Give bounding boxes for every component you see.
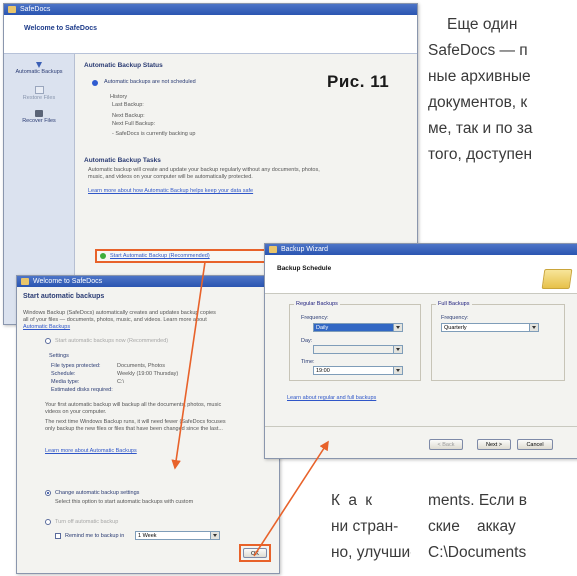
chevron-down-icon xyxy=(393,346,402,353)
remind-label: Remind me to backup in xyxy=(65,533,125,539)
day-select[interactable] xyxy=(313,345,403,354)
chevron-down-icon xyxy=(210,532,219,539)
sidebar-item-recover-files[interactable]: Recover Files xyxy=(6,110,72,132)
history-line: History xyxy=(110,94,128,100)
settings-label: Schedule: xyxy=(51,371,76,377)
start-now-radio[interactable] xyxy=(45,338,51,344)
settings-title: Settings xyxy=(49,353,69,359)
note-text: videos on your computer. xyxy=(45,409,107,415)
frequency-label: Frequency: xyxy=(301,315,329,321)
ok-button[interactable]: OK xyxy=(243,548,267,558)
note-text: only backup the new files or files that … xyxy=(45,426,223,432)
cancel-button[interactable]: Cancel xyxy=(517,439,553,450)
turn-off-label: Turn off automatic backup xyxy=(55,519,119,525)
start-automatic-backup-button[interactable]: Start Automatic Backup (Recommended) xyxy=(95,249,279,263)
folder-icon xyxy=(541,269,573,289)
change-settings-label: Change automatic backup settings xyxy=(55,490,140,496)
time-value: 19:00 xyxy=(316,368,330,374)
time-label: Time: xyxy=(301,359,315,365)
start-backups-window: Welcome to SafeDocs Start automatic back… xyxy=(16,275,280,574)
start-button-label: Start Automatic Backup (Recommended) xyxy=(110,253,210,259)
remind-checkbox[interactable] xyxy=(55,533,61,539)
change-settings-desc: Select this option to start automatic ba… xyxy=(55,499,194,505)
settings-label: Estimated disks required: xyxy=(51,387,113,393)
frequency-value: Daily xyxy=(316,325,329,331)
tasks-learn-more-link[interactable]: Learn more about how Automatic Backup he… xyxy=(88,187,253,195)
history-line: Next Full Backup: xyxy=(112,121,156,127)
history-line: Last Backup: xyxy=(112,102,144,108)
restore-icon xyxy=(34,86,44,94)
tasks-title: Automatic Backup Tasks xyxy=(84,157,161,164)
settings-value: Documents, Photos xyxy=(117,363,165,369)
day-label: Day: xyxy=(301,338,313,344)
sidebar-item-label: Recover Files xyxy=(22,118,56,124)
article-line: ments. Если в xyxy=(428,492,527,509)
full-frequency-select[interactable]: Quarterly xyxy=(441,323,539,332)
article-line: но, улучши- xyxy=(331,544,411,561)
figure-caption: Рис. 11 xyxy=(327,72,390,91)
chevron-down-icon xyxy=(529,324,538,331)
change-settings-radio[interactable] xyxy=(45,490,51,496)
start-now-label: Start automatic backups now (Recommended… xyxy=(55,338,169,344)
backup-wizard-window: Backup Wizard Backup Schedule Regular Ba… xyxy=(264,243,577,459)
app-icon xyxy=(21,278,29,285)
settings-value: C:\ xyxy=(117,379,125,385)
wizard-header: Backup Schedule xyxy=(265,255,577,294)
time-select[interactable]: 19:00 xyxy=(313,366,403,375)
article-line: ни стран- xyxy=(331,518,399,535)
article-line: К а к xyxy=(331,492,375,509)
back-button[interactable]: < Back xyxy=(429,439,463,450)
welcome-title: Welcome to SafeDocs xyxy=(24,25,98,32)
title-bar: Welcome to SafeDocs xyxy=(17,276,279,287)
chevron-down-icon xyxy=(393,324,402,331)
app-icon xyxy=(269,246,277,253)
article-line: того, доступен xyxy=(428,146,533,163)
welcome-header: Welcome to SafeDocs xyxy=(4,15,417,54)
window-title: SafeDocs xyxy=(20,6,51,13)
dialog-header: Start automatic backups xyxy=(23,293,105,300)
regular-backups-label: Regular Backups xyxy=(294,301,340,307)
article-line: ские аккау xyxy=(428,518,516,535)
app-icon xyxy=(8,6,16,13)
remind-interval-select[interactable]: 1 Week xyxy=(135,531,220,540)
article-line: документов, к xyxy=(428,94,528,111)
article-line: ные архивные xyxy=(428,68,531,85)
article-line: Еще один xyxy=(447,16,518,33)
title-bar: SafeDocs xyxy=(4,4,417,15)
remind-interval-value: 1 Week xyxy=(138,533,157,539)
article-line: SafeDocs — п xyxy=(428,42,528,59)
status-title: Automatic Backup Status xyxy=(84,62,163,69)
sidebar-item-restore-files[interactable]: Restore Files xyxy=(6,86,72,106)
learn-more-link[interactable]: Learn more about Automatic Backups xyxy=(45,447,137,455)
frequency-select[interactable]: Daily xyxy=(313,323,403,332)
intro-link[interactable]: Automatic Backups xyxy=(23,323,70,331)
settings-value: Weekly (19:00 Thursday) xyxy=(117,371,179,377)
chevron-down-icon xyxy=(393,367,402,374)
tasks-text: music, and videos on your computer will … xyxy=(88,174,253,180)
article-line: ме, так и по за xyxy=(428,120,533,137)
window-title: Welcome to SafeDocs xyxy=(33,278,103,285)
status-icon xyxy=(92,80,98,86)
next-button[interactable]: Next > xyxy=(477,439,511,450)
settings-label: File types protected: xyxy=(51,363,101,369)
sidebar-item-label: Restore Files xyxy=(22,95,56,101)
full-frequency-label: Frequency: xyxy=(441,315,469,321)
shield-green-icon xyxy=(100,253,106,259)
recover-disk-icon xyxy=(35,110,43,117)
settings-label: Media type: xyxy=(51,379,80,385)
status-line: Automatic backups are not scheduled xyxy=(104,79,196,85)
turn-off-radio[interactable] xyxy=(45,519,51,525)
article-line: C:\Documents xyxy=(428,544,527,561)
window-title: Backup Wizard xyxy=(281,246,329,253)
history-line: Next Backup: xyxy=(112,113,145,119)
full-frequency-value: Quarterly xyxy=(444,325,467,331)
sidebar-item-automatic-backups[interactable]: Automatic Backups xyxy=(6,62,72,84)
full-backups-label: Full Backups xyxy=(436,301,472,307)
sidebar-item-label: Automatic Backups xyxy=(15,69,63,75)
history-line: - SafeDocs is currently backing up xyxy=(112,131,196,137)
regular-full-learn-link[interactable]: Learn about regular and full backups xyxy=(287,394,376,402)
wizard-title: Backup Schedule xyxy=(277,265,332,272)
title-bar: Backup Wizard xyxy=(265,244,577,255)
